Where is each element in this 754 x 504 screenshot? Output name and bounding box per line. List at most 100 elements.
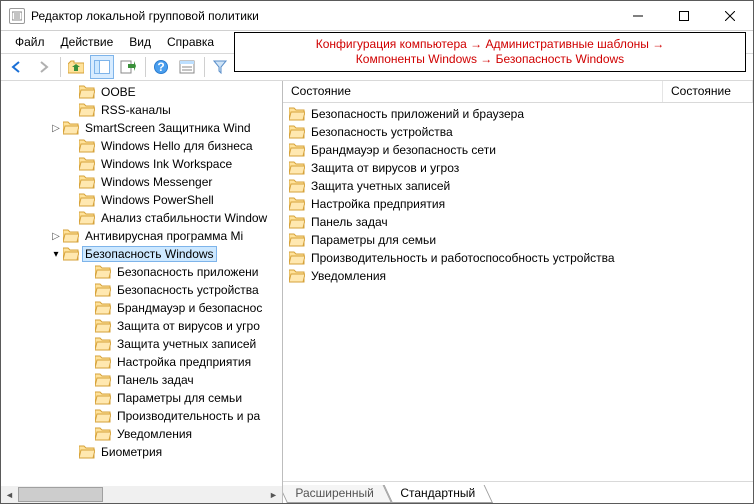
tree-row[interactable]: Безопасность устройства (1, 281, 282, 299)
tree-item-label[interactable]: Защита учетных записей (115, 337, 258, 351)
list-item[interactable]: Брандмауэр и безопасность сети (283, 141, 753, 159)
menu-help[interactable]: Справка (159, 33, 222, 51)
tree-item-label[interactable]: Брандмауэр и безопаснос (115, 301, 264, 315)
tree-item-label[interactable]: Биометрия (99, 445, 164, 459)
folder-icon (79, 211, 95, 225)
list-item[interactable]: Панель задач (283, 213, 753, 231)
folder-icon (289, 125, 305, 139)
tree-row[interactable]: Windows PowerShell (1, 191, 282, 209)
tree-row[interactable]: Windows Ink Workspace (1, 155, 282, 173)
tree-item-label[interactable]: OOBE (99, 85, 138, 99)
export-button[interactable] (116, 55, 140, 79)
tree-item-label[interactable]: RSS-каналы (99, 103, 173, 117)
list-item[interactable]: Безопасность приложений и браузера (283, 105, 753, 123)
list-item[interactable]: Защита учетных записей (283, 177, 753, 195)
tree-item-label[interactable]: Защита от вирусов и угро (115, 319, 262, 333)
column-state-2[interactable]: Состояние (663, 81, 753, 102)
properties-button[interactable] (175, 55, 199, 79)
tree-row[interactable]: ▷ SmartScreen Защитника Wind (1, 119, 282, 137)
tab-standard[interactable]: Стандартный (383, 485, 492, 503)
tree-item-label[interactable]: Параметры для семьи (115, 391, 244, 405)
tree-row[interactable]: Безопасность приложени (1, 263, 282, 281)
folder-icon (289, 107, 305, 121)
tree-item-label[interactable]: Безопасность приложени (115, 265, 260, 279)
tree-row[interactable]: Настройка предприятия (1, 353, 282, 371)
column-headers: Состояние Состояние (283, 81, 753, 103)
tree-item-label[interactable]: Производительность и ра (115, 409, 262, 423)
tree-row[interactable]: Уведомления (1, 425, 282, 443)
list-item-label: Защита от вирусов и угроз (311, 161, 459, 175)
tree-row[interactable]: ▷ Антивирусная программа Mi (1, 227, 282, 245)
tree-row[interactable]: Производительность и ра (1, 407, 282, 425)
list-item[interactable]: Настройка предприятия (283, 195, 753, 213)
expander-open-icon[interactable]: ▾ (49, 249, 63, 260)
scroll-left-icon[interactable]: ◄ (1, 486, 18, 503)
tree-row[interactable]: Защита учетных записей (1, 335, 282, 353)
tree-item-label[interactable]: SmartScreen Защитника Wind (83, 121, 253, 135)
scroll-right-icon[interactable]: ► (265, 486, 282, 503)
list-item[interactable]: Уведомления (283, 267, 753, 285)
tree-item-label[interactable]: Windows Hello для бизнеса (99, 139, 255, 153)
tree-row[interactable]: Анализ стабильности Window (1, 209, 282, 227)
tree-item-label[interactable]: Windows Ink Workspace (99, 157, 234, 171)
folder-icon (95, 427, 111, 441)
tree-row[interactable]: OOBE (1, 83, 282, 101)
work-area: OOBE RSS-каналы ▷ SmartScreen Защитника Win… (1, 81, 753, 503)
tree-item-label[interactable]: Безопасность устройства (115, 283, 261, 297)
list-item[interactable]: Параметры для семьи (283, 231, 753, 249)
tree-row[interactable]: Windows Hello для бизнеса (1, 137, 282, 155)
tree-item-label[interactable]: Анализ стабильности Window (99, 211, 269, 225)
tree-row[interactable]: Защита от вирусов и угро (1, 317, 282, 335)
gpedit-icon (9, 8, 25, 24)
list[interactable]: Безопасность приложений и браузераБезопа… (283, 103, 753, 481)
list-item[interactable]: Производительность и работоспособность у… (283, 249, 753, 267)
folder-icon (95, 409, 111, 423)
tree-row[interactable]: ▾ Безопасность Windows (1, 245, 282, 263)
minimize-button[interactable] (615, 1, 661, 31)
tree-row[interactable]: Панель задач (1, 371, 282, 389)
tree-row[interactable]: Windows Messenger (1, 173, 282, 191)
tree-row[interactable]: RSS-каналы (1, 101, 282, 119)
close-button[interactable] (707, 1, 753, 31)
folder-icon (79, 139, 95, 153)
filter-button[interactable] (208, 55, 232, 79)
tree-item-label[interactable]: Панель задач (115, 373, 196, 387)
folder-icon (289, 233, 305, 247)
menu-file[interactable]: Файл (7, 33, 53, 51)
tab-extended[interactable]: Расширенный (283, 485, 392, 503)
separator (204, 57, 205, 77)
list-item-label: Панель задач (311, 215, 388, 229)
tree[interactable]: OOBE RSS-каналы ▷ SmartScreen Защитника Win… (1, 81, 282, 486)
tree-item-label[interactable]: Windows PowerShell (99, 193, 216, 207)
folder-icon (79, 103, 95, 117)
show-hide-tree-button[interactable] (90, 55, 114, 79)
tree-item-label[interactable]: Windows Messenger (99, 175, 214, 189)
tree-item-label[interactable]: Уведомления (115, 427, 194, 441)
tree-item-label[interactable]: Безопасность Windows (83, 247, 216, 261)
list-item[interactable]: Защита от вирусов и угроз (283, 159, 753, 177)
help-button[interactable]: ? (149, 55, 173, 79)
back-button[interactable] (5, 55, 29, 79)
breadcrumb: Конфигурация компьютера → Административн… (234, 32, 746, 72)
folder-icon (95, 301, 111, 315)
folder-icon (289, 161, 305, 175)
tree-row[interactable]: Брандмауэр и безопаснос (1, 299, 282, 317)
expander-closed-icon[interactable]: ▷ (49, 231, 63, 242)
folder-icon (79, 85, 95, 99)
tree-row[interactable]: Параметры для семьи (1, 389, 282, 407)
list-item[interactable]: Безопасность устройства (283, 123, 753, 141)
folder-icon (95, 265, 111, 279)
column-state-1[interactable]: Состояние (283, 81, 663, 102)
tree-row[interactable]: Биометрия (1, 443, 282, 461)
tree-item-label[interactable]: Настройка предприятия (115, 355, 253, 369)
expander-closed-icon[interactable]: ▷ (49, 123, 63, 134)
tree-item-label[interactable]: Антивирусная программа Mi (83, 229, 245, 243)
menu-action[interactable]: Действие (53, 33, 122, 51)
tree-hscrollbar[interactable]: ◄ ► (1, 486, 282, 503)
up-button[interactable] (64, 55, 88, 79)
maximize-button[interactable] (661, 1, 707, 31)
scroll-thumb[interactable] (18, 487, 103, 502)
forward-button[interactable] (31, 55, 55, 79)
menu-view[interactable]: Вид (121, 33, 159, 51)
list-item-label: Производительность и работоспособность у… (311, 251, 615, 265)
